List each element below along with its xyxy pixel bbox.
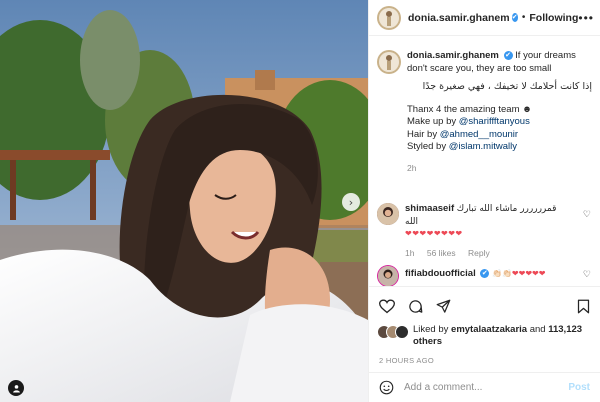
commenter-avatar[interactable] bbox=[377, 265, 399, 287]
post-comment-button[interactable]: Post bbox=[568, 382, 590, 393]
caption-avatar[interactable] bbox=[377, 50, 401, 74]
emoji-icon[interactable] bbox=[379, 380, 394, 395]
following-button[interactable]: Following bbox=[529, 12, 578, 24]
bookmark-icon[interactable] bbox=[577, 299, 590, 314]
avatar-image bbox=[378, 266, 398, 286]
person-icon bbox=[12, 384, 20, 393]
avatar[interactable] bbox=[377, 5, 401, 30]
heart-icon[interactable] bbox=[379, 299, 395, 314]
avatar-image bbox=[379, 52, 399, 72]
next-photo-button[interactable]: › bbox=[342, 193, 360, 211]
verified-badge-icon: ✔ bbox=[503, 50, 513, 60]
separator-dot: • bbox=[521, 12, 526, 23]
comment-username[interactable]: fifiabdouofficial bbox=[405, 268, 476, 279]
caption-time[interactable]: 2h bbox=[407, 162, 592, 175]
smile-emoji: ☻ bbox=[522, 103, 533, 115]
comment-item: shimaaseif قمرررررر ماشاء الله تبارك الل… bbox=[369, 203, 600, 259]
caption-arabic: إذا كانت أحلامك لا تخيفك ، فهي صغيرة جدً… bbox=[422, 81, 592, 92]
tagged-users-button[interactable] bbox=[8, 380, 24, 396]
comment-like-heart-icon[interactable]: ♡ bbox=[583, 269, 591, 280]
post-timestamp[interactable]: 2 HOURS AGO bbox=[379, 356, 434, 365]
likers-avatars[interactable] bbox=[377, 325, 409, 339]
caption-thanks: Thanx 4 the amazing team ☻ bbox=[407, 103, 533, 115]
comment-text: 👏🏻👏🏻❤❤❤❤❤ bbox=[492, 269, 546, 278]
comment-icon[interactable] bbox=[408, 299, 423, 314]
comment-likes[interactable]: 56 likes bbox=[427, 248, 456, 258]
caption-styled: Styled by @islam.mitwally bbox=[407, 141, 517, 152]
caption-text: donia.samir.ghanem ✔ If your dreams don'… bbox=[401, 50, 592, 174]
comment-body: fifiabdouofficial ✔ 👏🏻👏🏻❤❤❤❤❤ bbox=[399, 265, 577, 287]
verified-badge-icon: ✔ bbox=[480, 268, 490, 278]
stylist-link[interactable]: @islam.mitwally bbox=[449, 141, 517, 152]
comment-time: 1h bbox=[405, 247, 415, 258]
add-comment-bar: Add a comment... Post bbox=[369, 372, 600, 402]
action-bar bbox=[369, 286, 600, 326]
comment-hearts: ❤❤❤❤❤❤❤❤ bbox=[405, 229, 463, 238]
caption-hair: Hair by @ahmed__mounir bbox=[407, 128, 519, 140]
likes-text: Liked by emytalaatzakaria and 113,123 ot… bbox=[413, 324, 583, 347]
verified-badge-icon: ✔ bbox=[511, 13, 518, 22]
header-username[interactable]: donia.samir.ghanem bbox=[408, 12, 510, 24]
post-header: donia.samir.ghanem ✔ • Following ••• bbox=[369, 0, 600, 36]
liker-username[interactable]: emytalaatzakaria bbox=[451, 324, 527, 335]
comment-username[interactable]: shimaaseif bbox=[405, 203, 454, 214]
likes-summary: Liked by emytalaatzakaria and 113,123 ot… bbox=[377, 324, 589, 348]
chevron-right-icon: › bbox=[348, 195, 354, 209]
instagram-post: › donia.samir.ghanem ✔ • Following ••• d… bbox=[0, 0, 600, 402]
photo-illustration bbox=[0, 0, 368, 402]
comment-meta: 1h 56 likes Reply bbox=[405, 247, 569, 260]
post-side-panel: donia.samir.ghanem ✔ • Following ••• don… bbox=[368, 0, 600, 402]
commenter-avatar[interactable] bbox=[377, 203, 399, 225]
comment-like-heart-icon[interactable]: ♡ bbox=[583, 209, 591, 220]
makeup-link[interactable]: @shariffftanyous bbox=[459, 116, 530, 127]
caption-makeup: Make up by @shariffftanyous bbox=[407, 116, 530, 127]
share-icon[interactable] bbox=[436, 299, 451, 314]
caption-username[interactable]: donia.samir.ghanem bbox=[407, 50, 499, 61]
caption: donia.samir.ghanem ✔ If your dreams don'… bbox=[369, 36, 600, 174]
avatar-image bbox=[379, 7, 399, 28]
comment-input[interactable]: Add a comment... bbox=[404, 382, 568, 393]
comment-item: fifiabdouofficial ✔ 👏🏻👏🏻❤❤❤❤❤ ♡ bbox=[369, 265, 600, 287]
hair-link[interactable]: @ahmed__mounir bbox=[440, 129, 518, 140]
post-photo[interactable]: › bbox=[0, 0, 368, 402]
more-options-icon[interactable]: ••• bbox=[578, 11, 594, 25]
comment-body: shimaaseif قمرررررر ماشاء الله تبارك الل… bbox=[399, 203, 569, 259]
reply-button[interactable]: Reply bbox=[468, 248, 490, 258]
